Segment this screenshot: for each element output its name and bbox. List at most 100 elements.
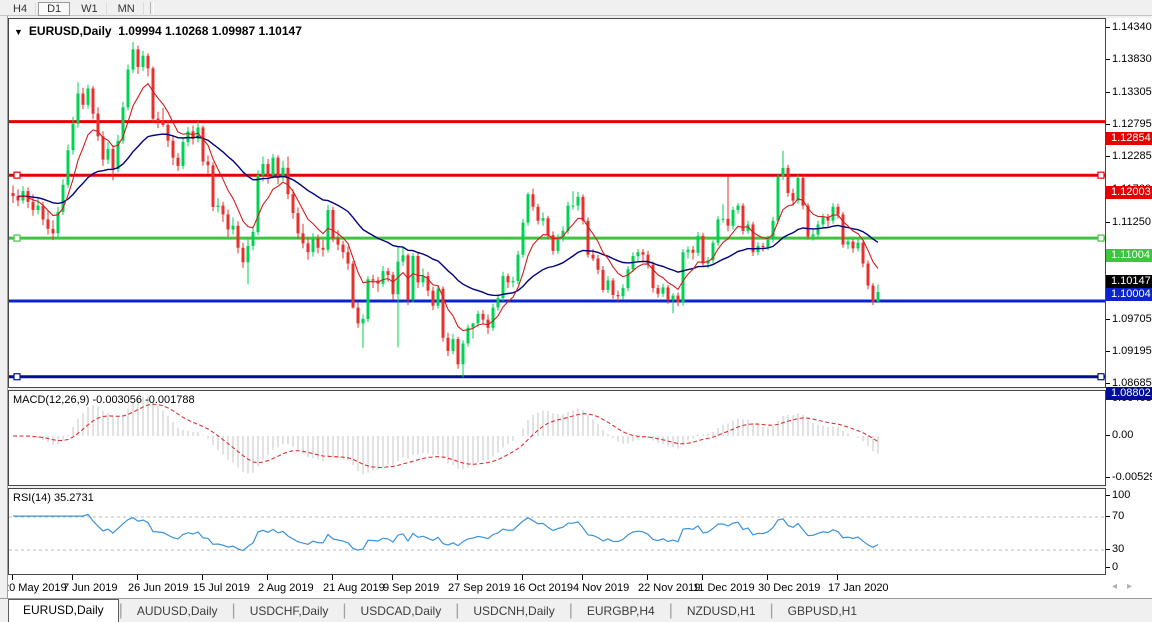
bar-open: 1.09994 (118, 24, 161, 38)
toolbar-separator (150, 2, 154, 14)
rsi-tick: 30 (1112, 543, 1124, 555)
date-tick-mark (392, 575, 393, 580)
macd-tick: -0.005299 (1112, 471, 1152, 483)
chart-tab-bar: EURUSD,Daily|AUDUSD,Daily|USDCHF,Daily|U… (0, 598, 1152, 622)
axis-tick-mark (1106, 351, 1110, 352)
date-tick-label: 26 Jun 2019 (128, 582, 189, 594)
date-tick-label: 11 Dec 2019 (693, 582, 755, 594)
scroll-left-icon[interactable]: ◂ (1112, 581, 1117, 592)
date-tick-mark (267, 575, 268, 580)
date-tick-label: 30 Dec 2019 (758, 582, 820, 594)
chart-dropdown-icon[interactable]: ▼ (14, 27, 23, 37)
date-tick-mark (457, 575, 458, 580)
timeframe-buttons: H4D1W1MN (4, 0, 146, 17)
bar-low: 1.09987 (212, 24, 255, 38)
date-tick-mark (522, 575, 523, 580)
price-tick: 1.11250 (1112, 216, 1151, 228)
date-tick-label: 17 Jan 2020 (828, 582, 889, 594)
date-tick-label: 2 Aug 2019 (258, 582, 314, 594)
date-tick-mark (137, 575, 138, 580)
date-tick-mark (202, 575, 203, 580)
chart-tab-usdchf[interactable]: USDCHF,Daily (236, 601, 343, 622)
date-tick-label: 21 Aug 2019 (323, 582, 385, 594)
price-tick: 1.12285 (1112, 150, 1152, 162)
chart-tab-nzdusd[interactable]: NZDUSD,H1 (673, 601, 770, 622)
date-tick-mark (837, 575, 838, 580)
axis-tick-mark (1106, 549, 1110, 550)
date-tick-label: 22 Nov 2019 (638, 582, 700, 594)
chart-tab-audusd[interactable]: AUDUSD,Daily (123, 601, 232, 622)
level-price-tag: 1.08802 (1106, 387, 1152, 400)
axis-tick-mark (1106, 319, 1110, 320)
bar-high: 1.10268 (165, 24, 208, 38)
date-tick-mark (72, 575, 73, 580)
axis-tick-mark (1106, 124, 1110, 125)
price-tick: 1.09705 (1112, 313, 1152, 325)
rsi-tick: 70 (1112, 510, 1124, 522)
macd-label: MACD(12,26,9) -0.003056 -0.001788 (13, 394, 195, 406)
scroll-right-icon[interactable]: ▸ (1127, 581, 1132, 592)
date-tick-mark (767, 575, 768, 580)
date-tick-label: 15 Jul 2019 (193, 582, 250, 594)
date-tick-mark (582, 575, 583, 580)
chart-tab-eurusd[interactable]: EURUSD,Daily (8, 599, 119, 622)
rsi-chart[interactable] (9, 489, 1105, 574)
macd-tick: 0.00 (1112, 429, 1133, 441)
price-tick: 1.13830 (1112, 53, 1152, 65)
price-tick: 1.13305 (1112, 86, 1152, 98)
date-tick-mark (702, 575, 703, 580)
price-tick: 1.09195 (1112, 345, 1152, 357)
date-tick-label: 27 Sep 2019 (448, 582, 510, 594)
chart-tab-eurgbp[interactable]: EURGBP,H4 (573, 601, 669, 622)
bar-close: 1.10147 (258, 24, 301, 38)
date-tick-label: 9 Sep 2019 (383, 582, 439, 594)
last-price-tag: 1.10147 (1106, 275, 1152, 288)
axis-tick-mark (1106, 222, 1110, 223)
rsi-panel[interactable] (8, 488, 1106, 575)
axis-tick-mark (1106, 567, 1110, 568)
axis-tick-mark (1106, 516, 1110, 517)
window-left-edge (0, 16, 8, 622)
axis-corner: ◂ ▸ (1106, 575, 1152, 598)
axis-tick-mark (1106, 477, 1110, 478)
date-tick-label: 16 Oct 2019 (513, 582, 573, 594)
date-axis[interactable]: 20 May 20197 Jun 2019 26 Jun 2019 15 Jul 2… (8, 575, 1106, 598)
level-price-tag: 1.12854 (1106, 132, 1152, 145)
date-tick-label: 7 Jun 2019 (63, 582, 117, 594)
level-price-tag: 1.11004 (1106, 249, 1152, 262)
axis-tick-mark (1106, 435, 1110, 436)
terminal-window: H4D1W1MN ▼ EURUSD,Daily 1.09994 1.10268 1… (0, 0, 1152, 622)
price-tick: 1.12795 (1112, 118, 1152, 130)
chart-tab-usdcnh[interactable]: USDCNH,Daily (459, 601, 568, 622)
rsi-label: RSI(14) 35.2731 (13, 492, 94, 504)
rsi-tick: 100 (1112, 489, 1130, 501)
price-axis[interactable]: 1.143401.138301.133051.127951.122851.117… (1106, 18, 1152, 575)
timeframe-button-h4[interactable]: H4 (4, 2, 36, 16)
axis-tick-mark (1106, 383, 1110, 384)
chart-symbol-period: EURUSD,Daily (29, 24, 112, 38)
timeframe-button-mn[interactable]: MN (109, 2, 144, 16)
price-tick: 1.14340 (1112, 21, 1152, 33)
macd-signal-value: -0.001788 (145, 394, 195, 406)
rsi-tick: 0 (1112, 561, 1118, 573)
date-tick-mark (332, 575, 333, 580)
axis-tick-mark (1106, 495, 1110, 496)
timeframe-button-w1[interactable]: W1 (72, 2, 107, 16)
timeframe-button-d1[interactable]: D1 (38, 2, 70, 16)
level-price-tag: 1.12003 (1106, 186, 1152, 199)
axis-tick-mark (1106, 59, 1110, 60)
timeframe-toolbar: H4D1W1MN (0, 0, 1152, 16)
level-price-tag: 1.10004 (1106, 288, 1152, 301)
chart-tab-gbpusd[interactable]: GBPUSD,H1 (774, 601, 871, 622)
date-tick-mark (647, 575, 648, 580)
date-tick-mark (12, 575, 13, 580)
chart-title: ▼ EURUSD,Daily 1.09994 1.10268 1.09987 1.… (14, 24, 302, 38)
candlestick-chart[interactable] (9, 19, 1105, 387)
axis-tick-mark (1106, 27, 1110, 28)
date-tick-label: 4 Nov 2019 (573, 582, 629, 594)
date-tick-label: 20 May 2019 (8, 582, 67, 594)
axis-tick-mark (1106, 92, 1110, 93)
rsi-value: 35.2731 (54, 492, 94, 504)
chart-tab-usdcad[interactable]: USDCAD,Daily (347, 601, 456, 622)
price-chart-panel[interactable] (8, 18, 1106, 388)
